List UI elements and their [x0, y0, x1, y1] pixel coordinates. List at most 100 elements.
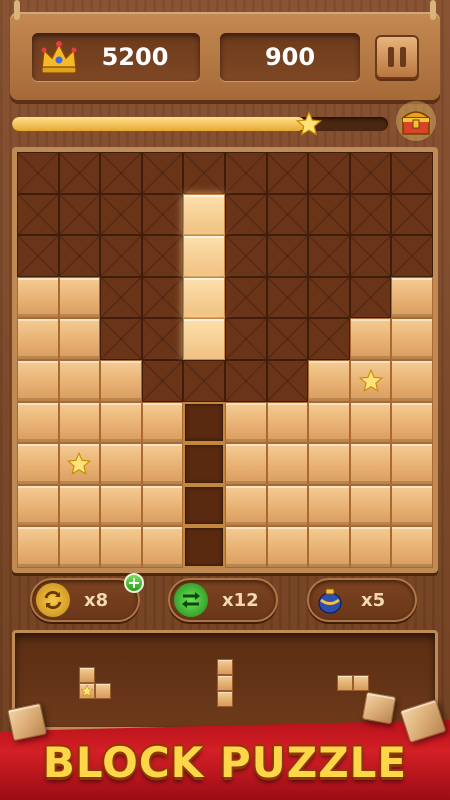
- board-cell-filled[interactable]: [141, 484, 184, 527]
- board-cell-empty[interactable]: [349, 276, 392, 319]
- board-cell-filled[interactable]: [17, 401, 59, 444]
- board-cell-filled[interactable]: [58, 401, 101, 444]
- board-cell-filled[interactable]: [224, 526, 267, 568]
- board-cell-filled[interactable]: [266, 484, 309, 527]
- board-cell-preview[interactable]: [183, 276, 225, 319]
- board-cell-empty[interactable]: [141, 318, 184, 360]
- board-cell-empty[interactable]: [224, 318, 267, 360]
- board-cell-empty[interactable]: [141, 276, 184, 319]
- board-cell-empty[interactable]: [308, 318, 350, 360]
- board-cell-filled[interactable]: [224, 443, 267, 485]
- board-cell-empty[interactable]: [141, 152, 184, 194]
- board-cell-filled[interactable]: [58, 276, 101, 319]
- board-cell-filled[interactable]: [266, 443, 309, 485]
- board-cell-empty[interactable]: [224, 235, 267, 277]
- board-cell-filled[interactable]: [308, 359, 350, 402]
- board-cell-filled[interactable]: [349, 443, 392, 485]
- piece-horizontal-pair[interactable]: [337, 675, 371, 691]
- board-cell-target[interactable]: [183, 526, 225, 568]
- board-cell-filled[interactable]: [349, 401, 392, 444]
- board-cell-filled[interactable]: [391, 484, 433, 527]
- board-cell-empty[interactable]: [100, 193, 142, 236]
- board-cell-empty[interactable]: [17, 193, 59, 236]
- board-cell-empty[interactable]: [308, 276, 350, 319]
- board-cell-filled[interactable]: [391, 318, 433, 360]
- board-cell-filled[interactable]: [349, 318, 392, 360]
- bomb-powerup-button[interactable]: x5: [307, 578, 417, 622]
- board-cell-empty[interactable]: [266, 193, 309, 236]
- pause-button[interactable]: [375, 35, 419, 79]
- board-cell-empty[interactable]: [224, 276, 267, 319]
- board-cell-empty[interactable]: [308, 193, 350, 236]
- board-cell-empty[interactable]: [266, 235, 309, 277]
- board-cell-empty[interactable]: [391, 152, 433, 194]
- board-cell-filled[interactable]: [391, 359, 433, 402]
- board-cell-filled[interactable]: [17, 359, 59, 402]
- board-cell-filled[interactable]: [391, 443, 433, 485]
- board-cell-empty[interactable]: [17, 235, 59, 277]
- board-cell-empty[interactable]: [58, 193, 101, 236]
- board-cell-empty[interactable]: [141, 359, 184, 402]
- board-cell-empty[interactable]: [266, 318, 309, 360]
- board-cell-filled[interactable]: [100, 526, 142, 568]
- board-cell-filled[interactable]: [17, 526, 59, 568]
- board-cell-empty[interactable]: [349, 152, 392, 194]
- board-cell-filled[interactable]: [17, 318, 59, 360]
- board-cell-filled[interactable]: [391, 401, 433, 444]
- board-cell-filled[interactable]: [58, 526, 101, 568]
- board-cell-filled[interactable]: [349, 526, 392, 568]
- board-cell-filled[interactable]: [100, 443, 142, 485]
- board-cell-filled[interactable]: [349, 484, 392, 527]
- board-cell-filled[interactable]: [17, 443, 59, 485]
- board-cell-empty[interactable]: [266, 359, 309, 402]
- board-cell-empty[interactable]: [100, 276, 142, 319]
- board-cell-filled[interactable]: [308, 526, 350, 568]
- board-cell-empty[interactable]: [183, 152, 225, 194]
- board-cell-preview[interactable]: [183, 193, 225, 236]
- board-cell-empty[interactable]: [58, 152, 101, 194]
- board-cell-empty[interactable]: [308, 152, 350, 194]
- board-cell-filled[interactable]: [17, 484, 59, 527]
- board-cell-empty[interactable]: [100, 235, 142, 277]
- board-cell-filled[interactable]: [308, 484, 350, 527]
- board-cell-empty[interactable]: [141, 193, 184, 236]
- board-cell-filled[interactable]: [100, 401, 142, 444]
- board-cell-empty[interactable]: [349, 235, 392, 277]
- board-cell-empty[interactable]: [308, 235, 350, 277]
- board-cell-empty[interactable]: [266, 152, 309, 194]
- board-cell-filled[interactable]: [141, 526, 184, 568]
- board-cell-filled[interactable]: [58, 484, 101, 527]
- board-cell-filled[interactable]: [58, 443, 101, 485]
- board-cell-filled[interactable]: [100, 359, 142, 402]
- board-cell-empty[interactable]: [266, 276, 309, 319]
- board-cell-filled[interactable]: [224, 401, 267, 444]
- board-cell-empty[interactable]: [141, 235, 184, 277]
- piece-vertical-line[interactable]: [217, 659, 233, 709]
- board-cell-filled[interactable]: [141, 443, 184, 485]
- treasure-chest-icon[interactable]: [395, 100, 437, 142]
- board-cell-filled[interactable]: [58, 359, 101, 402]
- board-cell-empty[interactable]: [224, 152, 267, 194]
- board-cell-empty[interactable]: [224, 193, 267, 236]
- board-cell-empty[interactable]: [224, 359, 267, 402]
- add-refresh-button[interactable]: +: [124, 573, 144, 593]
- board-cell-target[interactable]: [183, 484, 225, 527]
- board-cell-preview[interactable]: [183, 235, 225, 277]
- board-cell-preview[interactable]: [183, 318, 225, 360]
- board-cell-filled[interactable]: [349, 359, 392, 402]
- board-cell-empty[interactable]: [100, 318, 142, 360]
- board-cell-filled[interactable]: [17, 276, 59, 319]
- board-cell-filled[interactable]: [266, 401, 309, 444]
- board-grid[interactable]: [17, 152, 433, 568]
- board-cell-filled[interactable]: [391, 526, 433, 568]
- board-cell-empty[interactable]: [391, 235, 433, 277]
- board-cell-filled[interactable]: [308, 401, 350, 444]
- swap-powerup-button[interactable]: x12: [168, 578, 278, 622]
- board-cell-target[interactable]: [183, 401, 225, 444]
- board-cell-filled[interactable]: [224, 484, 267, 527]
- board-cell-target[interactable]: [183, 443, 225, 485]
- board-cell-empty[interactable]: [17, 152, 59, 194]
- board-cell-empty[interactable]: [183, 359, 225, 402]
- piece-l-shape[interactable]: [79, 667, 113, 701]
- board-cell-filled[interactable]: [266, 526, 309, 568]
